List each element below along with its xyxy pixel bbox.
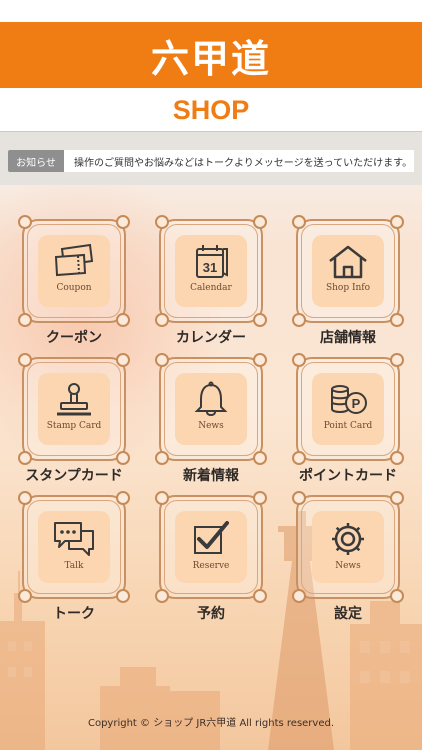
tile-inner: News xyxy=(312,511,384,583)
menu-tile-shop-info[interactable]: Shop Info 店舗情報 xyxy=(290,215,406,346)
house-icon xyxy=(329,245,367,279)
tile-en-label: News xyxy=(335,561,361,571)
tile-inner: Coupon xyxy=(38,235,110,307)
notice-bar[interactable]: お知らせ 操作のご質問やお悩みなどはトークよりメッセージを送っていただけます。 xyxy=(0,131,422,185)
tile-en-label: Shop Info xyxy=(325,283,371,293)
menu-tile-coupon[interactable]: Coupon クーポン xyxy=(16,215,132,346)
stamp-icon xyxy=(57,383,91,416)
tile-en-label: News xyxy=(198,421,224,431)
notice-badge: お知らせ xyxy=(8,150,64,172)
coins-icon: P xyxy=(331,385,367,414)
tile-jp-label: 店舗情報 xyxy=(320,330,376,346)
tile-inner: Talk xyxy=(38,511,110,583)
tile-jp-label: スタンプカード xyxy=(25,468,123,484)
tile-en-label: Stamp Card xyxy=(46,421,102,431)
tile-frame: P Point Card xyxy=(292,353,404,465)
svg-text:31: 31 xyxy=(203,260,217,275)
tile-en-label: Coupon xyxy=(56,283,92,293)
tile-inner: 31 Calendar xyxy=(175,235,247,307)
menu-tile-talk[interactable]: Talk トーク xyxy=(16,491,132,622)
tile-frame: Talk xyxy=(18,491,130,603)
tile-jp-label: カレンダー xyxy=(176,330,246,346)
gear-icon xyxy=(332,523,364,555)
tile-frame: News xyxy=(155,353,267,465)
copyright-footer: Copyright © ショップ JR六甲道 All rights reserv… xyxy=(87,718,335,729)
notice-message[interactable]: 操作のご質問やお悩みなどはトークよりメッセージを送っていただけます。 xyxy=(64,150,414,172)
status-bar-area xyxy=(0,0,422,22)
tile-frame: Shop Info xyxy=(292,215,404,327)
sub-header: SHOP xyxy=(0,88,422,132)
tile-jp-label: クーポン xyxy=(46,330,102,346)
tile-jp-label: トーク xyxy=(53,606,95,622)
shop-label: SHOP xyxy=(172,94,250,125)
tile-frame: 31 Calendar xyxy=(155,215,267,327)
menu-tile-calendar[interactable]: 31 Calendar カレンダー xyxy=(153,215,269,346)
tile-en-label: Talk xyxy=(64,561,84,571)
tile-jp-label: 予約 xyxy=(197,606,225,622)
tile-jp-label: 設定 xyxy=(334,606,362,622)
checkbox-icon xyxy=(194,521,229,554)
calendar-icon: 31 xyxy=(196,245,228,278)
tile-inner: Shop Info xyxy=(312,235,384,307)
menu-tile-reserve[interactable]: Reserve 予約 xyxy=(153,491,269,622)
tile-en-label: Point Card xyxy=(323,421,373,431)
tile-inner: Reserve xyxy=(175,511,247,583)
tile-inner: Stamp Card xyxy=(38,373,110,445)
menu-tile-settings[interactable]: News 設定 xyxy=(290,491,406,622)
menu-tile-point-card[interactable]: P Point Card ポイントカード xyxy=(290,353,406,484)
tile-en-label: Calendar xyxy=(190,283,232,293)
menu-tile-stamp-card[interactable]: Stamp Card スタンプカード xyxy=(16,353,132,484)
menu-tile-news[interactable]: News 新着情報 xyxy=(153,353,269,484)
svg-text:P: P xyxy=(352,396,361,411)
main-content: お知らせ 操作のご質問やお悩みなどはトークよりメッセージを送っていただけます。 … xyxy=(0,131,422,750)
tile-en-label: Reserve xyxy=(192,561,230,571)
ticket-icon xyxy=(54,243,94,277)
tile-frame: Stamp Card xyxy=(18,353,130,465)
tile-jp-label: 新着情報 xyxy=(183,468,239,484)
tile-jp-label: ポイントカード xyxy=(299,468,397,484)
chat-bubbles-icon xyxy=(54,522,94,556)
app-title: 六甲道 xyxy=(150,36,271,81)
tile-inner: P Point Card xyxy=(312,373,384,445)
tile-frame: Reserve xyxy=(155,491,267,603)
tile-frame: Coupon xyxy=(18,215,130,327)
brand-header: 六甲道 xyxy=(0,22,422,88)
tile-inner: News xyxy=(175,373,247,445)
tile-frame: News xyxy=(292,491,404,603)
bell-icon xyxy=(194,381,228,416)
